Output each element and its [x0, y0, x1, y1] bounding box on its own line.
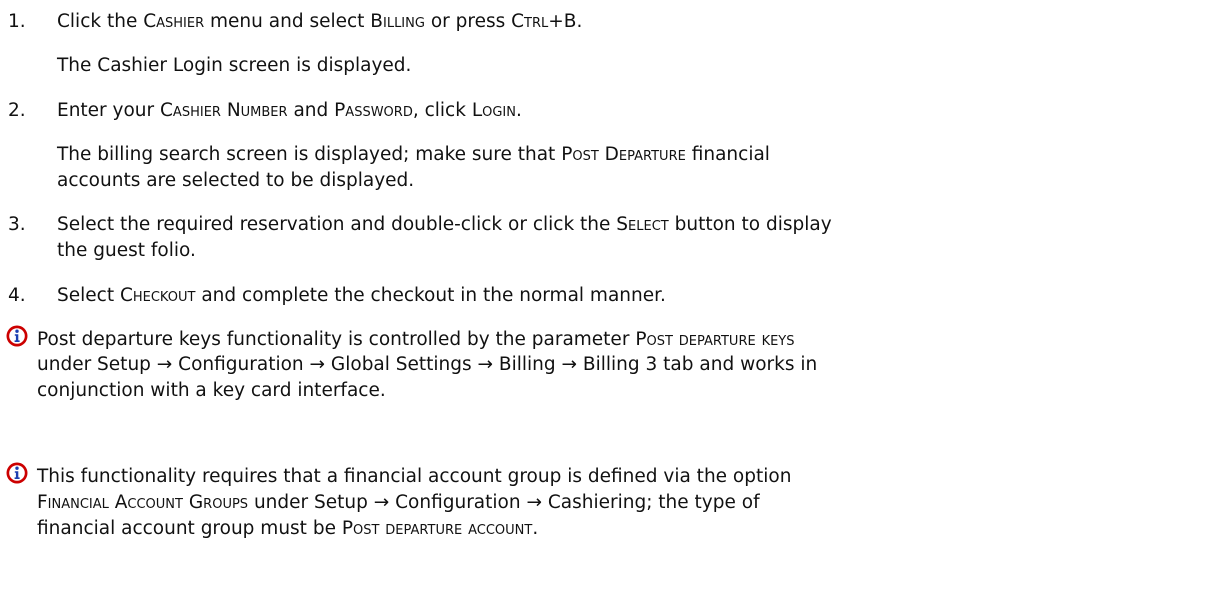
account-type: Post departure account: [341, 518, 533, 539]
step-text: Select the required reservation and doub…: [57, 214, 832, 235]
info-icon: [6, 325, 28, 347]
option-name: Checkout: [119, 285, 196, 306]
step-number: 1.: [8, 11, 26, 32]
step-number: 4.: [8, 285, 26, 306]
step-number: 2.: [8, 100, 26, 121]
parameter-name: Post departure keys: [635, 329, 795, 350]
step-text: Select Checkout and complete the checkou…: [57, 285, 666, 306]
button-name: Login: [471, 100, 516, 121]
shortcut-key: Ctrl+B: [511, 11, 577, 32]
field-name: Password: [334, 100, 413, 121]
step-text: Enter your Cashier Number and Password, …: [57, 100, 522, 121]
field-name: Cashier Number: [160, 100, 288, 121]
menu-item: Billing: [370, 11, 425, 32]
option-name: Financial Account Groups: [37, 492, 249, 513]
button-name: Select: [616, 214, 669, 235]
step-text: Click the Cashier menu and select Billin…: [57, 11, 583, 32]
option-name: Post Departure: [561, 144, 686, 165]
info-icon: [6, 462, 28, 484]
step-number: 3.: [8, 214, 26, 235]
menu-name: Cashier: [143, 11, 205, 32]
